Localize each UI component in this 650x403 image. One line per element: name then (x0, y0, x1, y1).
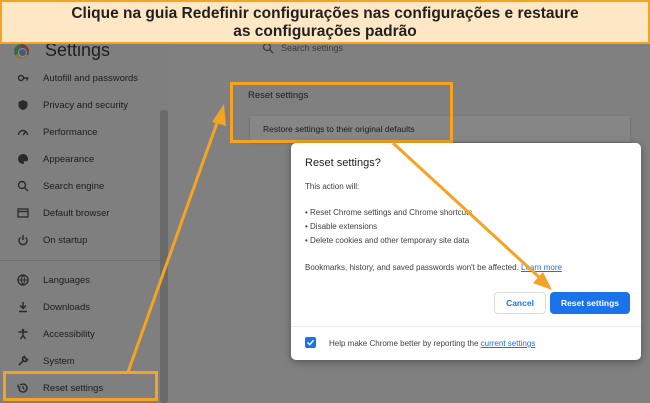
dialog-intro: This action will: (305, 182, 360, 191)
power-icon (18, 235, 28, 246)
reset-settings-button[interactable]: Reset settings (550, 292, 630, 314)
dialog-bullet: • Delete cookies and other temporary sit… (305, 236, 470, 245)
highlight-reset-nav (3, 371, 158, 401)
sidebar-item-label: Privacy and security (43, 99, 129, 111)
banner-line-1: Clique na guia Redefinir configurações n… (71, 5, 579, 22)
sidebar-item-downloads[interactable]: Downloads (0, 294, 160, 320)
dialog-bullet-list: • Reset Chrome settings and Chrome short… (305, 206, 472, 248)
sidebar-item-privacy[interactable]: Privacy and security (0, 92, 160, 118)
instruction-banner: Clique na guia Redefinir configurações n… (0, 0, 650, 44)
learn-more-link[interactable]: Learn more (521, 263, 562, 272)
sidebar-item-label: System (43, 355, 75, 367)
sidebar-item-autofill[interactable]: Autofill and passwords (0, 65, 160, 91)
dialog-title: Reset settings? (305, 157, 381, 169)
sidebar-item-search-engine[interactable]: Search engine (0, 173, 160, 199)
wrench-icon (18, 355, 29, 366)
dialog-note: Bookmarks, history, and saved passwords … (305, 263, 562, 272)
sidebar-item-default-browser[interactable]: Default browser (0, 200, 160, 226)
banner-line-2: as configurações padrão (233, 23, 417, 40)
dialog-footer-text: Help make Chrome better by reporting the (329, 339, 479, 348)
sidebar-item-label: Search engine (43, 180, 105, 192)
key-icon (17, 74, 29, 82)
sidebar-scrollbar[interactable] (160, 110, 168, 403)
sidebar-item-on-startup[interactable]: On startup (0, 227, 160, 253)
dialog-note-text: Bookmarks, history, and saved passwords … (305, 263, 519, 272)
globe-icon (17, 274, 29, 286)
sidebar-item-label: Languages (43, 274, 91, 286)
sidebar-item-appearance[interactable]: Appearance (0, 146, 160, 172)
accessibility-icon (18, 328, 28, 340)
search-icon (17, 180, 29, 192)
sidebar-item-label: On startup (43, 234, 88, 246)
search-placeholder: Search settings (281, 43, 344, 53)
dialog-bullet: • Reset Chrome settings and Chrome short… (305, 208, 473, 217)
chrome-logo-icon (14, 44, 29, 59)
report-settings-checkbox[interactable] (305, 337, 316, 348)
speedometer-icon (17, 129, 29, 136)
palette-icon (18, 154, 28, 164)
sidebar-item-languages[interactable]: Languages (0, 267, 160, 293)
reset-settings-dialog: Reset settings? This action will: • Rese… (291, 143, 641, 360)
sidebar-divider (0, 260, 160, 261)
dialog-footer: Help make Chrome better by reporting the… (329, 339, 535, 348)
sidebar-item-label: Accessibility (43, 328, 95, 340)
sidebar-item-label: Performance (43, 126, 98, 138)
dialog-divider (291, 326, 641, 327)
checkmark-icon (306, 339, 315, 346)
sidebar-item-label: Default browser (43, 207, 110, 219)
dialog-bullet: • Disable extensions (305, 222, 378, 231)
cancel-button[interactable]: Cancel (494, 292, 546, 314)
sidebar-item-accessibility[interactable]: Accessibility (0, 321, 160, 347)
highlight-reset-card (230, 82, 453, 143)
sidebar-item-performance[interactable]: Performance (0, 119, 160, 145)
browser-icon (17, 208, 29, 218)
download-icon (19, 302, 27, 313)
sidebar-item-label: Downloads (43, 301, 90, 313)
shield-icon (18, 100, 28, 110)
sidebar: Settings Autofill and passwords Privacy … (0, 0, 170, 403)
sidebar-item-label: Appearance (43, 153, 95, 165)
current-settings-link[interactable]: current settings (481, 339, 536, 348)
sidebar-item-label: Autofill and passwords (43, 72, 139, 84)
